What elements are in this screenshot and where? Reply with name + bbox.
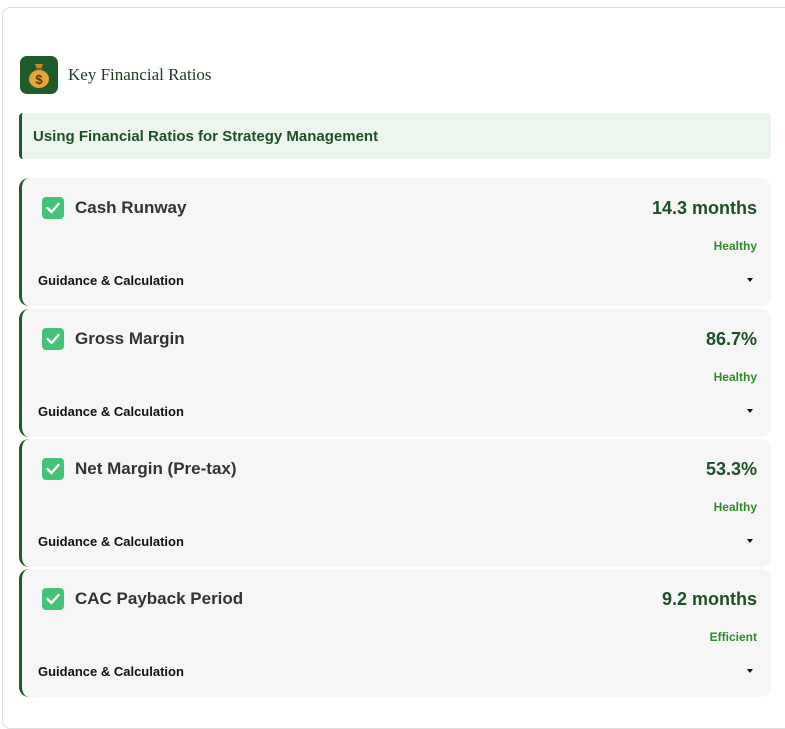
banner-title: Using Financial Ratios for Strategy Mana…: [33, 127, 379, 145]
section-banner: Using Financial Ratios for Strategy Mana…: [19, 113, 771, 159]
ratio-card-cash-runway: Cash Runway 14.3 months Healthy Guidance…: [19, 178, 771, 306]
ratio-card-cac-payback: CAC Payback Period 9.2 months Efficient …: [19, 569, 771, 697]
ratio-card-net-margin: Net Margin (Pre-tax) 53.3% Healthy Guida…: [19, 439, 771, 567]
ratio-title: Net Margin (Pre-tax): [75, 459, 237, 478]
ratio-title: Gross Margin: [75, 329, 185, 348]
ratio-status: Healthy: [713, 239, 757, 253]
guidance-toggle[interactable]: Guidance & Calculation: [38, 404, 184, 419]
ratio-value: 53.3%: [705, 459, 757, 479]
ratio-card-gross-margin: Gross Margin 86.7% Healthy Guidance & Ca…: [19, 309, 771, 437]
check-icon: [42, 197, 64, 219]
guidance-toggle[interactable]: Guidance & Calculation: [38, 534, 184, 549]
page-title: Key Financial Ratios: [68, 65, 212, 84]
svg-text:$: $: [35, 72, 43, 87]
caret-down-icon[interactable]: [747, 669, 753, 673]
ratio-status: Healthy: [713, 500, 757, 514]
guidance-toggle[interactable]: Guidance & Calculation: [38, 664, 184, 679]
check-icon: [42, 328, 64, 350]
ratio-title: CAC Payback Period: [75, 589, 244, 608]
ratio-status: Healthy: [713, 370, 757, 384]
ratio-status: Efficient: [709, 630, 757, 644]
ratio-value: 9.2 months: [661, 589, 757, 609]
caret-down-icon[interactable]: [747, 539, 753, 543]
ratio-value: 14.3 months: [651, 198, 757, 218]
check-icon: [42, 458, 64, 480]
check-icon: [42, 588, 64, 610]
caret-down-icon[interactable]: [747, 409, 753, 413]
money-bag-icon: $: [20, 56, 58, 94]
ratio-value: 86.7%: [705, 329, 757, 349]
guidance-toggle[interactable]: Guidance & Calculation: [38, 273, 184, 288]
page-header: $ Key Financial Ratios: [20, 56, 212, 94]
caret-down-icon[interactable]: [747, 278, 753, 282]
ratio-title: Cash Runway: [75, 198, 187, 217]
